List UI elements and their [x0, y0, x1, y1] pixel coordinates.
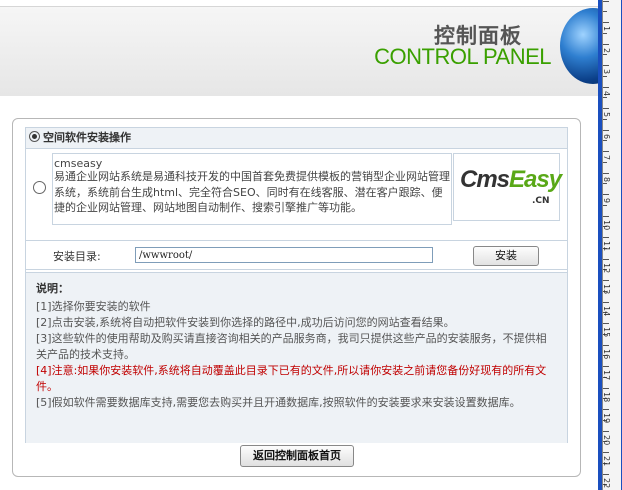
ruler-number: 7: [602, 155, 611, 161]
ruler-tick: [603, 151, 609, 152]
ruler-tick: [603, 280, 609, 281]
ruler-number: 2: [602, 47, 611, 53]
ruler-tick: [603, 86, 609, 88]
ruler-number: 16: [602, 348, 611, 359]
section-title: 空间软件安装操作: [43, 131, 131, 144]
ruler-tick: [603, 215, 609, 217]
ruler-number: 15: [602, 327, 611, 338]
ruler-tick: [603, 129, 609, 131]
ruler-tick: [603, 258, 609, 260]
vertical-ruler: 1 2 3 4 5 6 7 8 9 10 11 12 13 14 15 16 17 18 19 20 21 22: [598, 0, 622, 490]
ruler-number: 3: [602, 69, 611, 75]
ruler-number: 1: [602, 26, 611, 32]
ruler-number: 14: [602, 305, 611, 316]
ruler-tick: [603, 473, 609, 475]
ruler-tick: [603, 387, 609, 389]
install-button[interactable]: 安装: [473, 246, 539, 266]
ruler-scale: 1 2 3 4 5 6 7 8 9 10 11 12 13 14 15 16 17 18 19 20 21 22: [602, 0, 621, 490]
ruler-number: 19: [602, 413, 611, 424]
install-dir-input[interactable]: [135, 247, 433, 263]
note-warning: [4]注意:如果你安装软件,系统将自动覆盖此目录下已有的文件,所以请你安装之前请…: [36, 364, 547, 393]
ruler-tick: [603, 108, 609, 109]
ruler-number: 5: [602, 112, 611, 118]
note-item: [2]点击安装,系统将自动把软件安装到你选择的路径中,成功后访问您的网站查看结果…: [36, 316, 455, 329]
software-logo: CmsEasy .CN: [453, 153, 562, 221]
header-title-en: CONTROL PANEL: [374, 44, 551, 69]
ruler-number: 11: [602, 241, 611, 252]
install-dir-row: 安装目录: 安装: [26, 240, 567, 270]
ruler-tick: [603, 11, 607, 13]
logo-domain: .CN: [532, 196, 550, 206]
install-form: 空间软件安装操作 cmseasy 易通企业网站系统是易通科技开发的中国首套免费提…: [25, 127, 568, 443]
notes-panel: 说明： [1]选择你要安装的软件 [2]点击安装,系统将自动把软件安装到你选择的…: [26, 272, 567, 443]
ruler-tick: [603, 0, 609, 2]
ruler-tick: [603, 43, 609, 45]
software-description: 易通企业网站系统是易通科技开发的中国首套免费提供模板的营销型企业网站管理系统，系…: [54, 170, 450, 214]
software-option-row[interactable]: cmseasy 易通企业网站系统是易通科技开发的中国首套免费提供模板的营销型企业…: [26, 151, 567, 225]
ruler-tick: [603, 172, 609, 174]
ruler-number: 18: [602, 391, 611, 402]
software-logo-text: CmsEasy: [460, 166, 562, 194]
ruler-number: 22: [602, 477, 611, 488]
notes-title: 说明：: [36, 282, 69, 295]
ruler-tick: [603, 140, 607, 142]
ruler-number: 21: [602, 456, 611, 467]
ruler-tick: [603, 183, 607, 185]
main-panel: 空间软件安装操作 cmseasy 易通企业网站系统是易通科技开发的中国首套免费提…: [12, 118, 581, 477]
ruler-tick: [603, 22, 609, 23]
note-item: [5]假如软件需要数据库支持,需要您去购买并且开通数据库,按照软件的安装要求来安…: [36, 396, 521, 409]
ruler-tick: [603, 194, 609, 195]
software-info: cmseasy 易通企业网站系统是易通科技开发的中国首套免费提供模板的营销型企业…: [52, 153, 452, 225]
ruler-number: 20: [602, 434, 611, 445]
section-header: 空间软件安装操作: [26, 128, 567, 149]
back-to-panel-button[interactable]: 返回控制面板首页: [240, 445, 354, 467]
ruler-tick: [603, 32, 607, 34]
software-radio[interactable]: [33, 181, 46, 194]
section-bullet-icon: [29, 131, 40, 142]
ruler-tick: [603, 409, 609, 410]
ruler-number: 4: [602, 90, 611, 96]
ruler-number: 6: [602, 133, 611, 139]
ruler-tick: [603, 430, 609, 432]
logo-text-dark: Cms: [460, 166, 510, 193]
ruler-number: 13: [602, 284, 611, 295]
ruler-tick: [603, 118, 607, 120]
note-item: [1]选择你要安装的软件: [36, 300, 151, 313]
ruler-tick: [603, 204, 607, 206]
ruler-tick: [603, 237, 609, 238]
logo-text-green: Easy: [509, 166, 562, 193]
ruler-tick: [603, 54, 607, 56]
ruler-tick: [603, 65, 609, 66]
ruler-number: 10: [602, 219, 611, 230]
ruler-number: 9: [602, 198, 611, 204]
ruler-tick: [603, 323, 609, 324]
install-dir-label: 安装目录:: [53, 250, 101, 263]
ruler-tick: [603, 97, 607, 99]
ruler-number: 8: [602, 176, 611, 182]
ruler-tick: [603, 161, 607, 163]
ruler-tick: [603, 75, 607, 77]
page-header: 控制面板 CONTROL PANEL: [0, 0, 598, 96]
ruler-number: 17: [602, 370, 611, 381]
note-item: [3]这些软件的使用帮助及购买请直接咨询相关的产品服务商，我司只提供这些产品的安…: [36, 332, 547, 361]
header-top-line: [0, 0, 598, 7]
ruler-tick: [603, 452, 609, 453]
ruler-tick: [603, 366, 609, 367]
ruler-tick: [603, 301, 609, 303]
ruler-number: 12: [602, 262, 611, 273]
ruler-tick: [603, 344, 609, 346]
